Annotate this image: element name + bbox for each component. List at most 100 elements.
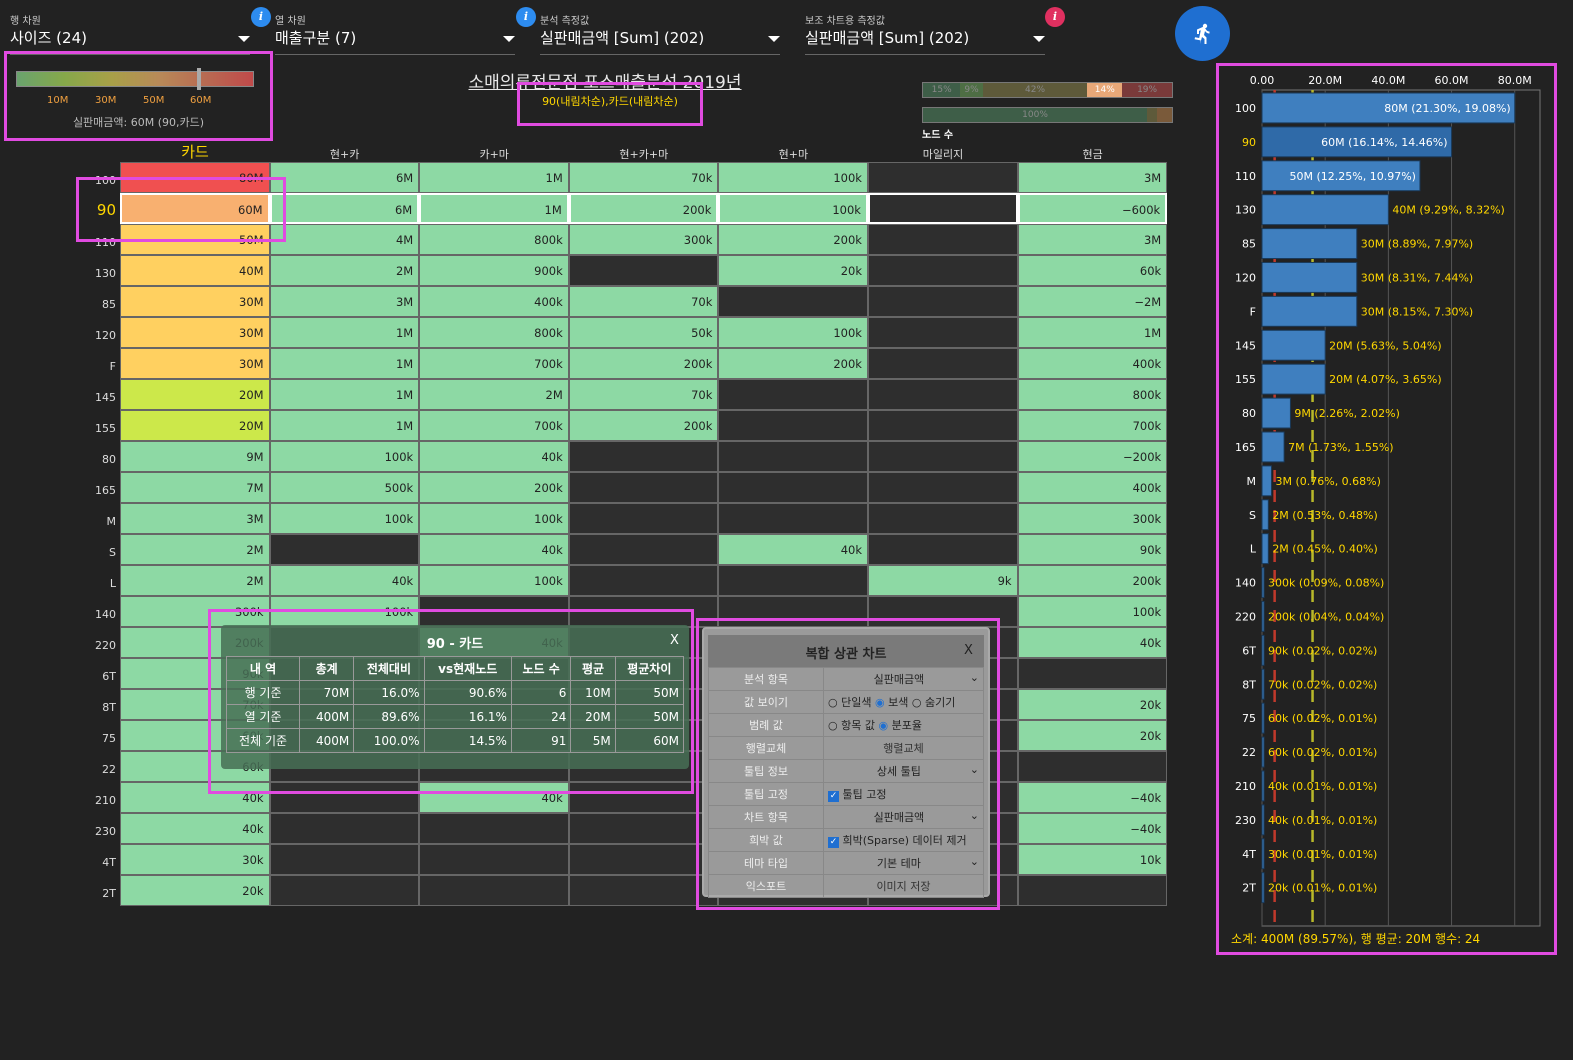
analysis-select[interactable]: 실판매금액 ⌄ <box>823 667 984 691</box>
row-header[interactable]: 80 <box>86 453 116 466</box>
run-button[interactable] <box>1175 6 1230 61</box>
heatmap-cell[interactable] <box>868 162 1018 193</box>
radio-complement[interactable]: ◉ <box>875 696 885 709</box>
heatmap-cell[interactable] <box>269 813 420 844</box>
heatmap-cell[interactable]: 60k <box>1017 255 1168 286</box>
heatmap-cell[interactable] <box>269 875 420 906</box>
heatmap-cell[interactable]: 100k <box>1017 596 1168 627</box>
row-header[interactable]: 120 <box>86 329 116 342</box>
heatmap-cell[interactable]: 40k <box>718 534 868 565</box>
bar[interactable] <box>1261 668 1265 700</box>
info-icon[interactable]: i <box>251 7 271 27</box>
row-header[interactable]: 220 <box>86 639 116 652</box>
tooltip-close-button[interactable]: X <box>670 633 679 648</box>
chevron-down-icon[interactable] <box>768 36 780 42</box>
bar[interactable] <box>1261 262 1358 293</box>
heatmap-cell[interactable]: 500k <box>269 472 420 503</box>
heatmap-cell[interactable]: 700k <box>419 348 569 379</box>
bar[interactable] <box>1261 431 1285 463</box>
bar[interactable] <box>1261 601 1265 632</box>
column-header[interactable]: 카+마 <box>419 146 569 162</box>
bar[interactable] <box>1261 329 1326 361</box>
heatmap-cell[interactable]: 20M <box>120 379 270 410</box>
chevron-down-icon[interactable] <box>1033 36 1045 42</box>
radio-distribution[interactable]: ◉ <box>878 719 888 732</box>
theme-select[interactable]: 기본 테마 ⌄ <box>823 851 984 875</box>
radio-single[interactable]: ○ <box>828 696 838 709</box>
heatmap-cell[interactable]: 6M <box>269 162 420 193</box>
heatmap-cell[interactable]: 3M <box>120 503 270 534</box>
heatmap-cell[interactable]: 800k <box>1017 379 1168 410</box>
swap-button[interactable]: 행렬교체 <box>823 736 984 760</box>
heatmap-cell[interactable]: 50k <box>568 317 719 348</box>
chevron-down-icon[interactable] <box>238 36 250 42</box>
heatmap-cell[interactable]: 4M <box>269 224 420 255</box>
heatmap-cell[interactable] <box>718 472 868 503</box>
heatmap-cell[interactable] <box>568 534 719 565</box>
bar[interactable] <box>1261 736 1265 768</box>
heatmap-cell[interactable]: 400k <box>419 286 569 317</box>
heatmap-cell[interactable]: 30M <box>120 317 270 348</box>
radio-item-value[interactable]: ○ <box>828 719 838 732</box>
export-button[interactable]: 이미지 저장 <box>823 874 984 898</box>
tooltip-info-select[interactable]: 상세 툴팁 ⌄ <box>823 759 984 783</box>
column-header[interactable]: 현금 <box>1018 146 1168 162</box>
heatmap-cell[interactable]: 1M <box>419 193 569 224</box>
heatmap-cell[interactable]: 7M <box>120 472 270 503</box>
bar[interactable] <box>1261 770 1265 802</box>
heatmap-cell[interactable]: −2M <box>1017 286 1168 317</box>
heatmap-cell[interactable]: 100k <box>269 503 420 534</box>
heatmap-cell[interactable]: 2M <box>419 379 569 410</box>
heatmap-cell[interactable]: 200k <box>568 348 719 379</box>
row-header[interactable]: 145 <box>86 391 116 404</box>
heatmap-cell[interactable]: 800k <box>419 317 569 348</box>
heatmap-cell[interactable]: 100k <box>718 162 868 193</box>
heatmap-cell[interactable]: 2M <box>269 255 420 286</box>
column-header[interactable]: 마일리지 <box>868 146 1018 162</box>
heatmap-cell[interactable] <box>868 286 1018 317</box>
heatmap-cell[interactable]: 1M <box>419 162 569 193</box>
heatmap-cell[interactable] <box>868 224 1018 255</box>
heatmap-cell[interactable]: 700k <box>419 410 569 441</box>
heatmap-cell[interactable] <box>1017 658 1168 689</box>
heatmap-cell[interactable]: 20k <box>718 255 868 286</box>
row-header[interactable]: 140 <box>86 608 116 621</box>
heatmap-cell[interactable]: 6M <box>269 193 420 224</box>
heatmap-cell[interactable]: 9M <box>120 441 270 472</box>
heatmap-cell[interactable]: 9k <box>868 565 1018 596</box>
heatmap-cell[interactable]: 30k <box>120 844 270 875</box>
heatmap-cell[interactable]: 300k <box>568 224 719 255</box>
heatmap-cell[interactable]: 100k <box>269 441 420 472</box>
heatmap-cell[interactable]: 200k <box>568 410 719 441</box>
heatmap-cell[interactable]: 40k <box>1017 627 1168 658</box>
heatmap-cell[interactable]: 1M <box>269 379 420 410</box>
row-header[interactable]: 8T <box>86 701 116 714</box>
heatmap-cell[interactable] <box>718 441 868 472</box>
row-header[interactable]: 230 <box>86 825 116 838</box>
heatmap-cell[interactable] <box>868 255 1018 286</box>
row-header[interactable]: 75 <box>86 732 116 745</box>
heatmap-cell[interactable] <box>868 317 1018 348</box>
heatmap-cell[interactable] <box>568 441 719 472</box>
heatmap-cell[interactable]: 3M <box>1017 224 1168 255</box>
dimension-select[interactable]: 실판매금액 [Sum] (202) <box>540 27 704 48</box>
heatmap-cell[interactable]: 40k <box>269 565 420 596</box>
info-icon[interactable]: i <box>1045 7 1065 27</box>
heatmap-cell[interactable]: 1M <box>269 317 420 348</box>
dimension-select[interactable]: 실판매금액 [Sum] (202) <box>805 27 969 48</box>
heatmap-cell[interactable] <box>718 565 868 596</box>
heatmap-cell[interactable] <box>1017 751 1168 782</box>
heatmap-cell[interactable]: 40k <box>120 813 270 844</box>
heatmap-cell[interactable] <box>419 844 569 875</box>
bar[interactable] <box>1261 295 1358 327</box>
heatmap-cell[interactable] <box>568 565 719 596</box>
heatmap-cell[interactable]: 400k <box>1017 348 1168 379</box>
row-header[interactable]: 4T <box>86 856 116 869</box>
heatmap-cell[interactable] <box>868 379 1018 410</box>
bar[interactable] <box>1261 397 1291 429</box>
panel-close-button[interactable]: X <box>964 643 973 658</box>
heatmap-cell[interactable]: 800k <box>419 224 569 255</box>
heatmap-cell[interactable]: 2M <box>120 534 270 565</box>
row-header[interactable]: 85 <box>86 298 116 311</box>
heatmap-cell[interactable]: 100k <box>718 193 868 224</box>
